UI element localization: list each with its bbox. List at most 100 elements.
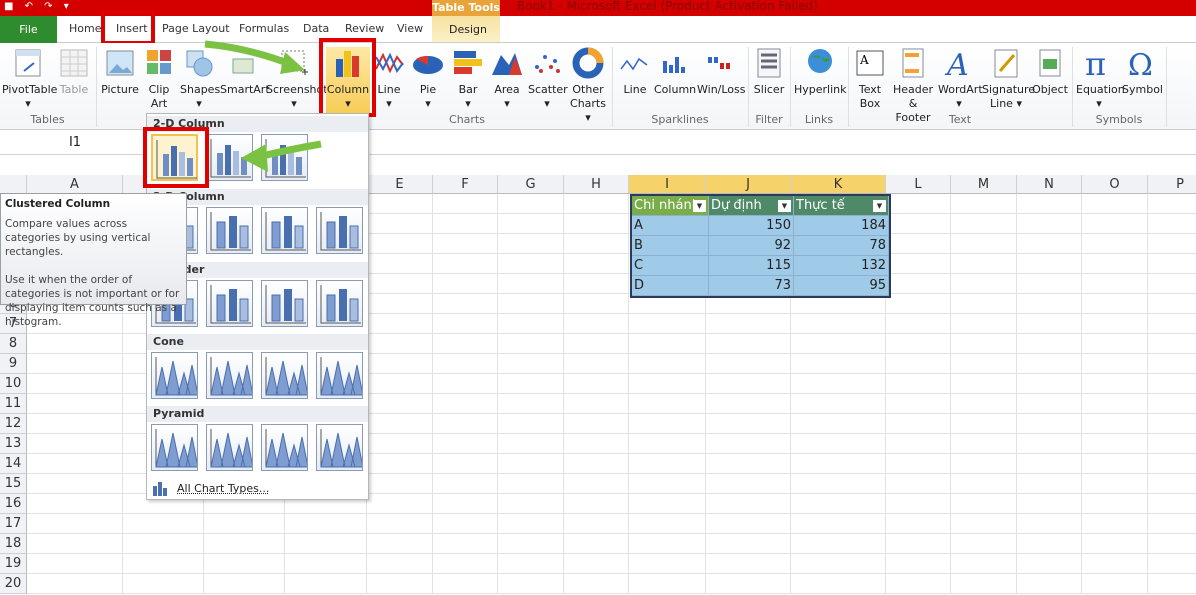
column-header-F[interactable]: F — [433, 175, 498, 194]
row-header-19[interactable]: 19 — [0, 554, 27, 574]
area-chart-button[interactable]: Area ▾ — [490, 47, 524, 111]
bar-chart-button[interactable]: Bar ▾ — [452, 47, 484, 111]
chart-subtype-1-2[interactable] — [261, 207, 308, 254]
column-header-A[interactable]: A — [27, 175, 123, 194]
column-header-G[interactable]: G — [498, 175, 564, 194]
row-header-16[interactable]: 16 — [0, 494, 27, 514]
table-header-cell[interactable]: Thực tế ▼ — [794, 196, 889, 216]
table-button[interactable]: Table — [56, 47, 92, 97]
table-cell[interactable]: C — [632, 256, 709, 276]
row-header-11[interactable]: 11 — [0, 394, 27, 414]
picture-button[interactable]: Picture — [101, 47, 139, 97]
object-button[interactable]: Object — [1032, 47, 1068, 97]
table-cell[interactable]: 73 — [709, 276, 794, 296]
table-cell[interactable]: 115 — [709, 256, 794, 276]
column-header-I[interactable]: I — [629, 175, 706, 194]
select-all[interactable] — [0, 175, 27, 194]
chart-subtype-3-0[interactable] — [151, 352, 199, 399]
table-header-row: Chi nhánh ▼ Dự định ▼ Thực tế ▼ — [632, 196, 889, 216]
column-header-E[interactable]: E — [367, 175, 433, 194]
tab-design[interactable]: Design — [449, 23, 487, 36]
tab-view[interactable]: View — [397, 22, 423, 35]
chart-subtype-1-1[interactable] — [206, 207, 253, 254]
row-header-14[interactable]: 14 — [0, 454, 27, 474]
tab-review[interactable]: Review — [345, 22, 384, 35]
row-header-8[interactable]: 8 — [0, 334, 27, 354]
filter-dropdown-icon[interactable]: ▼ — [873, 200, 886, 212]
tab-home[interactable]: Home — [69, 22, 101, 35]
row-header-12[interactable]: 12 — [0, 414, 27, 434]
column-header-P[interactable]: P — [1148, 175, 1196, 194]
table-cell[interactable]: 92 — [709, 236, 794, 256]
chart-subtype-4-0[interactable] — [151, 424, 199, 471]
chart-subtype-1-3[interactable] — [316, 207, 363, 254]
column-header-L[interactable]: L — [886, 175, 951, 194]
column-header-O[interactable]: O — [1082, 175, 1148, 194]
chart-subtype-icon — [210, 357, 254, 396]
chart-subtype-2-1[interactable] — [206, 280, 253, 327]
table-cell[interactable]: 150 — [709, 216, 794, 236]
table-header-cell[interactable]: Chi nhánh ▼ — [632, 196, 709, 216]
table-cell[interactable]: D — [632, 276, 709, 296]
chart-subtype-3-3[interactable] — [316, 352, 364, 399]
row-header-20[interactable]: 20 — [0, 574, 27, 594]
table-cell[interactable]: B — [632, 236, 709, 256]
wordart-icon: A — [944, 48, 969, 79]
row-header-13[interactable]: 13 — [0, 434, 27, 454]
column-header-N[interactable]: N — [1017, 175, 1082, 194]
text-box-button[interactable]: A Text Box — [852, 47, 888, 111]
clip-art-button[interactable]: Clip Art — [145, 47, 173, 111]
chart-subtype-3-1[interactable] — [206, 352, 254, 399]
row-header-9[interactable]: 9 — [0, 354, 27, 374]
filter-dropdown-icon[interactable]: ▼ — [778, 200, 791, 212]
chart-subtype-4-3[interactable] — [316, 424, 364, 471]
column-header-K[interactable]: K — [791, 175, 886, 194]
tab-file[interactable]: File — [0, 16, 57, 43]
wordart-button[interactable]: A WordArt ▾ — [938, 47, 983, 111]
sparkline-line-button[interactable]: Line — [618, 47, 652, 97]
column-header-M[interactable]: M — [951, 175, 1017, 194]
name-box[interactable]: I1 — [0, 133, 150, 153]
all-chart-types-link[interactable]: All Chart Types... — [151, 480, 269, 496]
table-cell[interactable]: A — [632, 216, 709, 236]
table-cell[interactable]: 132 — [794, 256, 889, 276]
header-label: Chi nhánh — [634, 198, 700, 213]
sparkline-winloss-icon — [708, 57, 730, 69]
table-tools-label: Table Tools — [432, 0, 500, 16]
green-arrow-to-clustered — [241, 140, 322, 172]
tab-data[interactable]: Data — [303, 22, 329, 35]
symbol-button[interactable]: Ω Symbol — [1122, 47, 1163, 97]
table-header-cell[interactable]: Dự định ▼ — [709, 196, 794, 216]
row-header-17[interactable]: 17 — [0, 514, 27, 534]
column-header-H[interactable]: H — [564, 175, 629, 194]
row-header-18[interactable]: 18 — [0, 534, 27, 554]
quick-access-toolbar[interactable]: ■ ↶ ↷ ▾ — [4, 1, 73, 12]
section-cone: Cone — [147, 334, 368, 350]
scatter-chart-button[interactable]: Scatter ▾ — [528, 47, 568, 111]
table-cell[interactable]: 184 — [794, 216, 889, 236]
chart-subtype-2-2[interactable] — [261, 280, 308, 327]
chart-subtype-4-2[interactable] — [261, 424, 309, 471]
column-header-J[interactable]: J — [706, 175, 791, 194]
signature-line-button[interactable]: Signature Line ▾ — [982, 47, 1035, 111]
equation-button[interactable]: π Equation ▾ — [1076, 47, 1125, 111]
table-cell[interactable]: 78 — [794, 236, 889, 256]
pie-chart-button[interactable]: Pie ▾ — [410, 47, 446, 111]
chart-subtype-4-1[interactable] — [206, 424, 254, 471]
row-header-10[interactable]: 10 — [0, 374, 27, 394]
chart-subtype-2-3[interactable] — [316, 280, 363, 327]
sparkline-winloss-button[interactable]: Win/Loss — [697, 47, 746, 97]
tab-formulas[interactable]: Formulas — [239, 22, 289, 35]
hyperlink-button[interactable]: Hyperlink — [794, 47, 847, 97]
chart-subtype-icon — [320, 357, 364, 396]
sparkline-column-button[interactable]: Column — [654, 47, 696, 97]
slicer-button[interactable]: Slicer — [752, 47, 786, 97]
line-chart-button[interactable]: Line ▾ — [374, 47, 404, 111]
table-cell[interactable]: 95 — [794, 276, 889, 296]
area-chart-icon — [492, 53, 522, 75]
pivottable-button[interactable]: PivotTable ▾ — [2, 47, 57, 111]
chart-subtype-3-2[interactable] — [261, 352, 309, 399]
tab-page-layout[interactable]: Page Layout — [162, 22, 230, 35]
row-header-15[interactable]: 15 — [0, 474, 27, 494]
filter-dropdown-icon[interactable]: ▼ — [693, 200, 706, 212]
